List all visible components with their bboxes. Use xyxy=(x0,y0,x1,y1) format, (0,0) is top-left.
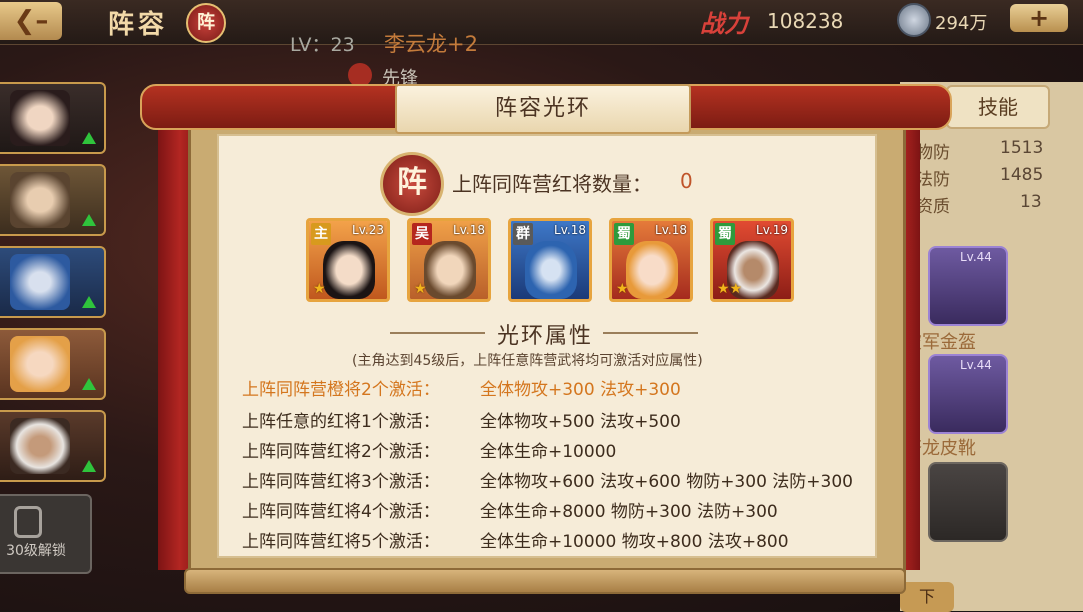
hero-portrait xyxy=(10,90,70,146)
divider-left xyxy=(390,332,485,334)
hero-name: 李云龙+2 xyxy=(384,32,478,56)
bonus-condition: 上阵同阵营红将3个激活： xyxy=(242,472,440,492)
stat-value: 13 xyxy=(1020,192,1042,212)
hero-portrait xyxy=(10,172,70,228)
upgrade-arrow-icon xyxy=(82,296,96,308)
hero-portrait xyxy=(10,254,70,310)
side-hero-slot-4[interactable] xyxy=(0,328,106,400)
upgrade-arrow-icon xyxy=(82,132,96,144)
dialog-bottom-frame xyxy=(184,568,906,594)
equip-level: Lv.44 xyxy=(960,250,992,264)
back-arrow-icon: ❮– xyxy=(13,6,49,36)
hero-card-level: Lv.18 xyxy=(655,223,687,237)
stat-value: 1513 xyxy=(1000,138,1044,158)
red-general-count-label: 上阵同阵营红将数量： xyxy=(452,172,652,196)
stat-value: 1485 xyxy=(1000,165,1044,185)
page-title: 阵容 xyxy=(108,10,169,40)
side-hero-slot-1[interactable] xyxy=(0,82,106,154)
unequip-button[interactable]: 下 xyxy=(900,582,954,612)
bonus-condition: 上阵同阵营红将2个激活： xyxy=(242,442,440,462)
aura-note: (主角达到45级后，上阵任意阵营武将均可激活对应属性) xyxy=(352,353,703,369)
hero-card[interactable]: 蜀 Lv.18 ★ xyxy=(609,218,693,302)
hero-portrait xyxy=(626,241,678,299)
stat-label: 物防 xyxy=(916,143,950,163)
coin-value: 294万 xyxy=(935,13,988,34)
side-hero-slot-5[interactable] xyxy=(0,410,106,482)
bonus-condition: 上阵任意的红将1个激活： xyxy=(242,412,440,432)
equip-boots[interactable]: Lv.44 xyxy=(928,354,1008,434)
lock-icon xyxy=(14,506,42,538)
hero-card[interactable]: 主 Lv.23 ★ xyxy=(306,218,390,302)
add-currency-button[interactable]: + xyxy=(1010,4,1068,32)
hero-card[interactable]: 群 Lv.18 xyxy=(508,218,592,302)
red-general-count-value: 0 xyxy=(680,169,693,193)
hero-portrait xyxy=(10,336,70,392)
star-icon: ★★ xyxy=(717,281,743,297)
hero-card[interactable]: 蜀 Lv.19 ★★ xyxy=(710,218,794,302)
hero-card-level: Lv.23 xyxy=(352,223,384,237)
tab-skills[interactable]: 技能 xyxy=(946,85,1050,129)
faction-tag: 主 xyxy=(311,223,331,245)
power-label: 战力 xyxy=(700,10,748,38)
bonus-effect: 全体物攻+600 法攻+600 物防+300 法防+300 xyxy=(480,472,853,492)
bonus-effect: 全体物攻+300 法攻+300 xyxy=(480,380,681,400)
star-icon: ★ xyxy=(414,281,427,297)
upgrade-arrow-icon xyxy=(82,378,96,390)
back-button[interactable]: ❮– xyxy=(0,2,62,40)
hero-portrait xyxy=(323,241,375,299)
side-hero-slot-3[interactable] xyxy=(0,246,106,318)
aura-bonus-row: 上阵同阵营红将3个激活： 全体物攻+600 法攻+600 物防+300 法防+30… xyxy=(242,467,853,492)
stat-label: 资质 xyxy=(916,197,950,217)
silver-coin-icon xyxy=(897,3,931,37)
aura-bonus-row: 上阵同阵营红将5个激活： 全体生命+10000 物攻+800 法攻+800 xyxy=(242,527,789,552)
aura-bonus-row: 上阵同阵营橙将2个激活： 全体物攻+300 法攻+300 xyxy=(242,375,681,400)
hero-card[interactable]: 吴 Lv.18 ★ xyxy=(407,218,491,302)
hero-level: LV：23 xyxy=(290,34,355,56)
dialog-title: 阵容光环 xyxy=(494,96,591,121)
hero-card-level: Lv.19 xyxy=(756,223,788,237)
faction-tag: 蜀 xyxy=(715,223,735,245)
lock-text: 30级解锁 xyxy=(6,543,66,559)
hero-portrait xyxy=(10,418,70,474)
hero-portrait xyxy=(424,241,476,299)
equip-level: Lv.44 xyxy=(960,358,992,372)
bonus-effect: 全体物攻+500 法攻+500 xyxy=(480,412,681,432)
hero-card-level: Lv.18 xyxy=(554,223,586,237)
divider-right xyxy=(603,332,698,334)
star-icon: ★ xyxy=(313,281,326,297)
stat-label: 法防 xyxy=(916,170,950,190)
bonus-effect: 全体生命+10000 物攻+800 法攻+800 xyxy=(480,532,789,552)
upgrade-arrow-icon xyxy=(82,460,96,472)
equip-slot-treasure[interactable] xyxy=(928,462,1008,542)
hero-card-level: Lv.18 xyxy=(453,223,485,237)
dialog-title-plate: 阵容光环 xyxy=(395,84,691,134)
faction-tag: 群 xyxy=(513,223,533,245)
aura-bonus-row: 上阵同阵营红将4个激活： 全体生命+8000 物防+300 法防+300 xyxy=(242,497,778,522)
aura-bonus-row: 上阵同阵营红将2个激活： 全体生命+10000 xyxy=(242,437,616,462)
camp-badge-icon: 阵 xyxy=(380,152,444,216)
bonus-effect: 全体生命+10000 xyxy=(480,442,617,462)
bonus-condition: 上阵同阵营橙将2个激活： xyxy=(242,380,440,400)
aura-bonus-row: 上阵任意的红将1个激活： 全体物攻+500 法攻+500 xyxy=(242,407,681,432)
faction-tag: 吴 xyxy=(412,223,432,245)
aura-section-title: 光环属性 xyxy=(497,324,594,349)
equip-helmet[interactable]: Lv.44 xyxy=(928,246,1008,326)
hero-portrait xyxy=(525,241,577,299)
faction-tag: 蜀 xyxy=(614,223,634,245)
lineup-badge-icon: 阵 xyxy=(186,3,226,43)
side-hero-slot-2[interactable] xyxy=(0,164,106,236)
upgrade-arrow-icon xyxy=(82,214,96,226)
bonus-condition: 上阵同阵营红将4个激活： xyxy=(242,502,440,522)
bonus-effect: 全体生命+8000 物防+300 法防+300 xyxy=(480,502,778,522)
star-icon: ★ xyxy=(616,281,629,297)
bonus-condition: 上阵同阵营红将5个激活： xyxy=(242,532,440,552)
power-value: 108238 xyxy=(767,9,844,33)
